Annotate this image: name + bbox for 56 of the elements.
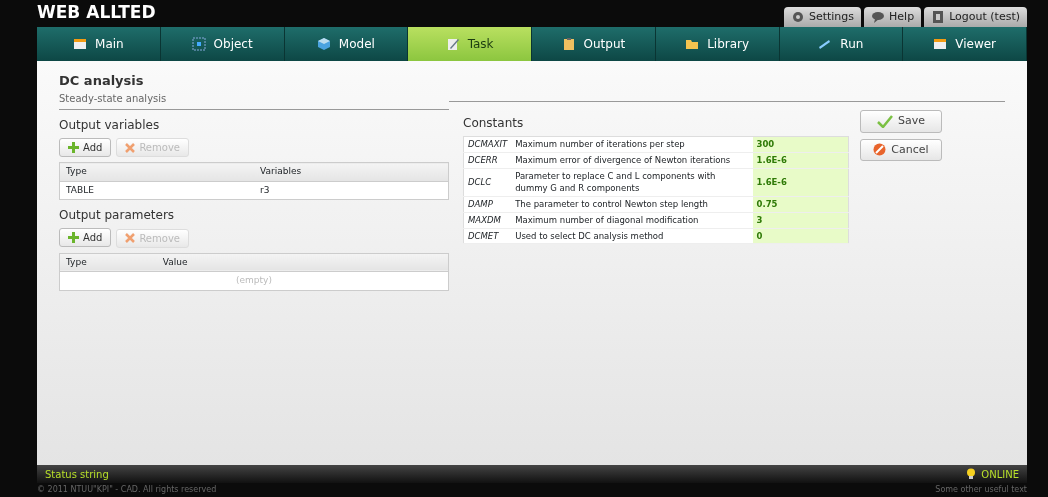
- connection-status: ONLINE: [981, 467, 1019, 482]
- column-header: Type: [59, 162, 254, 181]
- clipboard-icon: [561, 37, 576, 51]
- constant-description: Maximum number of diagonal modification: [511, 212, 753, 228]
- top-link[interactable]: Logout (test): [924, 6, 1027, 27]
- page-title: DC analysis: [59, 72, 145, 90]
- window-icon: [933, 37, 948, 51]
- plus-icon: [68, 141, 79, 153]
- app-title: WEB ALLTED: [37, 4, 156, 24]
- constant-name: DCMAXIT: [463, 136, 512, 153]
- column-header: Variables: [254, 162, 449, 181]
- add-button[interactable]: Add: [59, 228, 112, 247]
- cross-icon: [125, 233, 136, 243]
- add-button[interactable]: Add: [59, 137, 112, 157]
- constant-value: 1.6E-6: [752, 168, 849, 197]
- table-cell: TABLE: [59, 181, 254, 200]
- constant-name: DAMP: [463, 196, 512, 213]
- constant-value: 300: [752, 136, 849, 153]
- top-link[interactable]: Help: [864, 6, 922, 27]
- settings-icon: [790, 9, 805, 24]
- constant-name: DCLC: [463, 168, 512, 197]
- status-text: Status string: [45, 467, 109, 482]
- section-title: Constants: [463, 115, 525, 132]
- table-cell: r3: [254, 181, 449, 200]
- pencil-icon: [445, 37, 460, 51]
- speech-bubble-icon: [871, 9, 886, 24]
- constant-description: Maximum error of divergence of Newton iterations: [511, 152, 753, 168]
- lightbulb-icon: [965, 468, 976, 480]
- top-link[interactable]: Settings: [783, 6, 862, 27]
- constant-description: Parameter to replace C and L components with dummy G and R components: [511, 168, 753, 197]
- door-icon: [931, 9, 946, 24]
- section-title: Output variables: [59, 116, 161, 134]
- cube-icon: [316, 37, 331, 51]
- no-entry-icon: [873, 143, 887, 157]
- window-icon: [73, 37, 88, 51]
- grid-icon: [191, 37, 206, 51]
- constant-name: DCMET: [463, 228, 512, 244]
- footer-text: Some other useful text: [935, 484, 1027, 496]
- constant-description: The parameter to control Newton step length: [511, 196, 753, 213]
- constant-description: Used to select DC analysis method: [511, 228, 753, 244]
- constant-name: MAXDM: [463, 212, 512, 228]
- column-header: Type: [59, 253, 157, 272]
- empty-text: (empty): [59, 271, 449, 290]
- section-title: Output parameters: [59, 207, 176, 224]
- nav-tab[interactable]: Task: [408, 27, 532, 61]
- constant-description: Maximum number of iterations per step: [511, 136, 753, 153]
- copyright-text: © 2011 NTUU"KPI" - CAD. All rights reserved: [37, 484, 217, 496]
- cross-icon: [125, 142, 136, 153]
- save-button[interactable]: Save: [860, 110, 942, 133]
- constant-name: DCERR: [463, 152, 512, 168]
- column-header: Value: [156, 253, 449, 272]
- folder-icon: [685, 37, 700, 51]
- plus-icon: [68, 232, 79, 243]
- page-subtitle: Steady-state analysis: [59, 91, 168, 106]
- cancel-button[interactable]: Cancel: [860, 138, 942, 161]
- checkmark-icon: [877, 114, 893, 128]
